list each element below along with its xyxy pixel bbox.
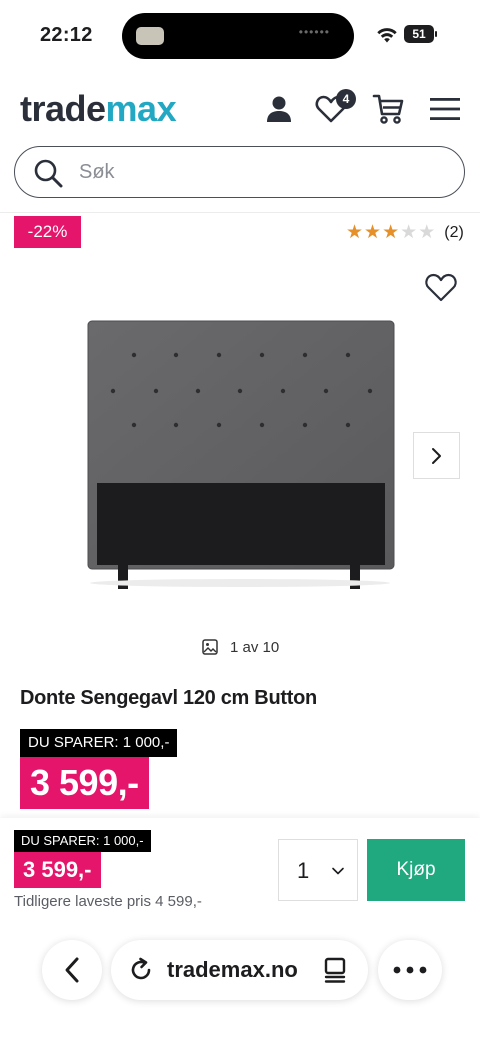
buybar-price-tag: 3 599,- xyxy=(14,852,101,888)
logo-max: max xyxy=(105,88,177,129)
star-icon: ★ xyxy=(364,222,382,243)
status-bar: 22:12 •••••• 51 xyxy=(0,0,480,72)
review-count[interactable]: (2) xyxy=(444,224,464,242)
ellipsis-icon xyxy=(393,966,427,974)
user-icon[interactable] xyxy=(262,92,296,126)
add-to-wishlist-heart-icon[interactable] xyxy=(424,270,458,304)
buybar-savings-tag: DU SPARER: 1 000,- xyxy=(14,830,151,852)
dynamic-island: •••••• xyxy=(122,13,354,59)
price-tag: 3 599,- xyxy=(20,757,149,809)
battery-icon: 51 xyxy=(404,25,434,43)
star-icon: ★ xyxy=(346,222,364,243)
quantity-value: 1 xyxy=(297,858,310,883)
status-time: 22:12 xyxy=(40,24,93,46)
star-icon: ★ xyxy=(400,222,418,243)
wifi-icon xyxy=(377,28,397,43)
back-button[interactable] xyxy=(42,940,102,1000)
discount-badge: -22% xyxy=(14,216,81,248)
search-input[interactable] xyxy=(79,157,439,187)
chevron-left-icon xyxy=(65,957,79,983)
address-bar[interactable]: trademax.no xyxy=(111,940,368,1000)
wishlist-count-badge: 4 xyxy=(336,89,356,109)
buy-button[interactable]: Kjøp xyxy=(367,839,465,901)
reload-icon[interactable] xyxy=(127,956,155,984)
image-counter[interactable]: 1 av 10 xyxy=(202,637,279,657)
quantity-select[interactable]: 1 xyxy=(278,839,358,901)
previous-lowest-price: Tidligere laveste pris 4 599,- xyxy=(14,893,202,910)
search-bar[interactable] xyxy=(14,146,465,198)
sticky-buy-bar: DU SPARER: 1 000,- 3 599,- Tidligere lav… xyxy=(0,818,480,1041)
star-icon: ★ xyxy=(418,222,436,243)
star-icon: ★ xyxy=(382,222,400,243)
reader-mode-icon[interactable] xyxy=(321,956,349,984)
menu-icon[interactable] xyxy=(428,92,462,126)
chevron-down-icon xyxy=(332,867,344,875)
savings-tag: DU SPARER: 1 000,- xyxy=(20,729,178,757)
trademax-logo[interactable]: trademax xyxy=(20,88,177,130)
url-text: trademax.no xyxy=(167,957,298,982)
image-counter-text: 1 av 10 xyxy=(230,638,280,656)
logo-trade: trade xyxy=(20,88,106,129)
more-options-button[interactable] xyxy=(378,940,442,1000)
island-dots: •••••• xyxy=(298,25,330,39)
product-image[interactable] xyxy=(80,315,400,595)
search-icon xyxy=(34,159,63,188)
next-image-button[interactable] xyxy=(413,432,460,479)
image-gallery-icon xyxy=(202,639,218,655)
chevron-right-icon xyxy=(431,447,441,464)
product-title: Donte Sengegavl 120 cm Button xyxy=(20,687,317,709)
header-divider xyxy=(0,212,480,213)
cart-icon[interactable] xyxy=(371,92,405,126)
media-thumbnail xyxy=(136,27,164,45)
rating[interactable]: ★ ★ ★ ★ ★ (2) xyxy=(346,222,464,244)
battery-cap xyxy=(435,31,437,37)
